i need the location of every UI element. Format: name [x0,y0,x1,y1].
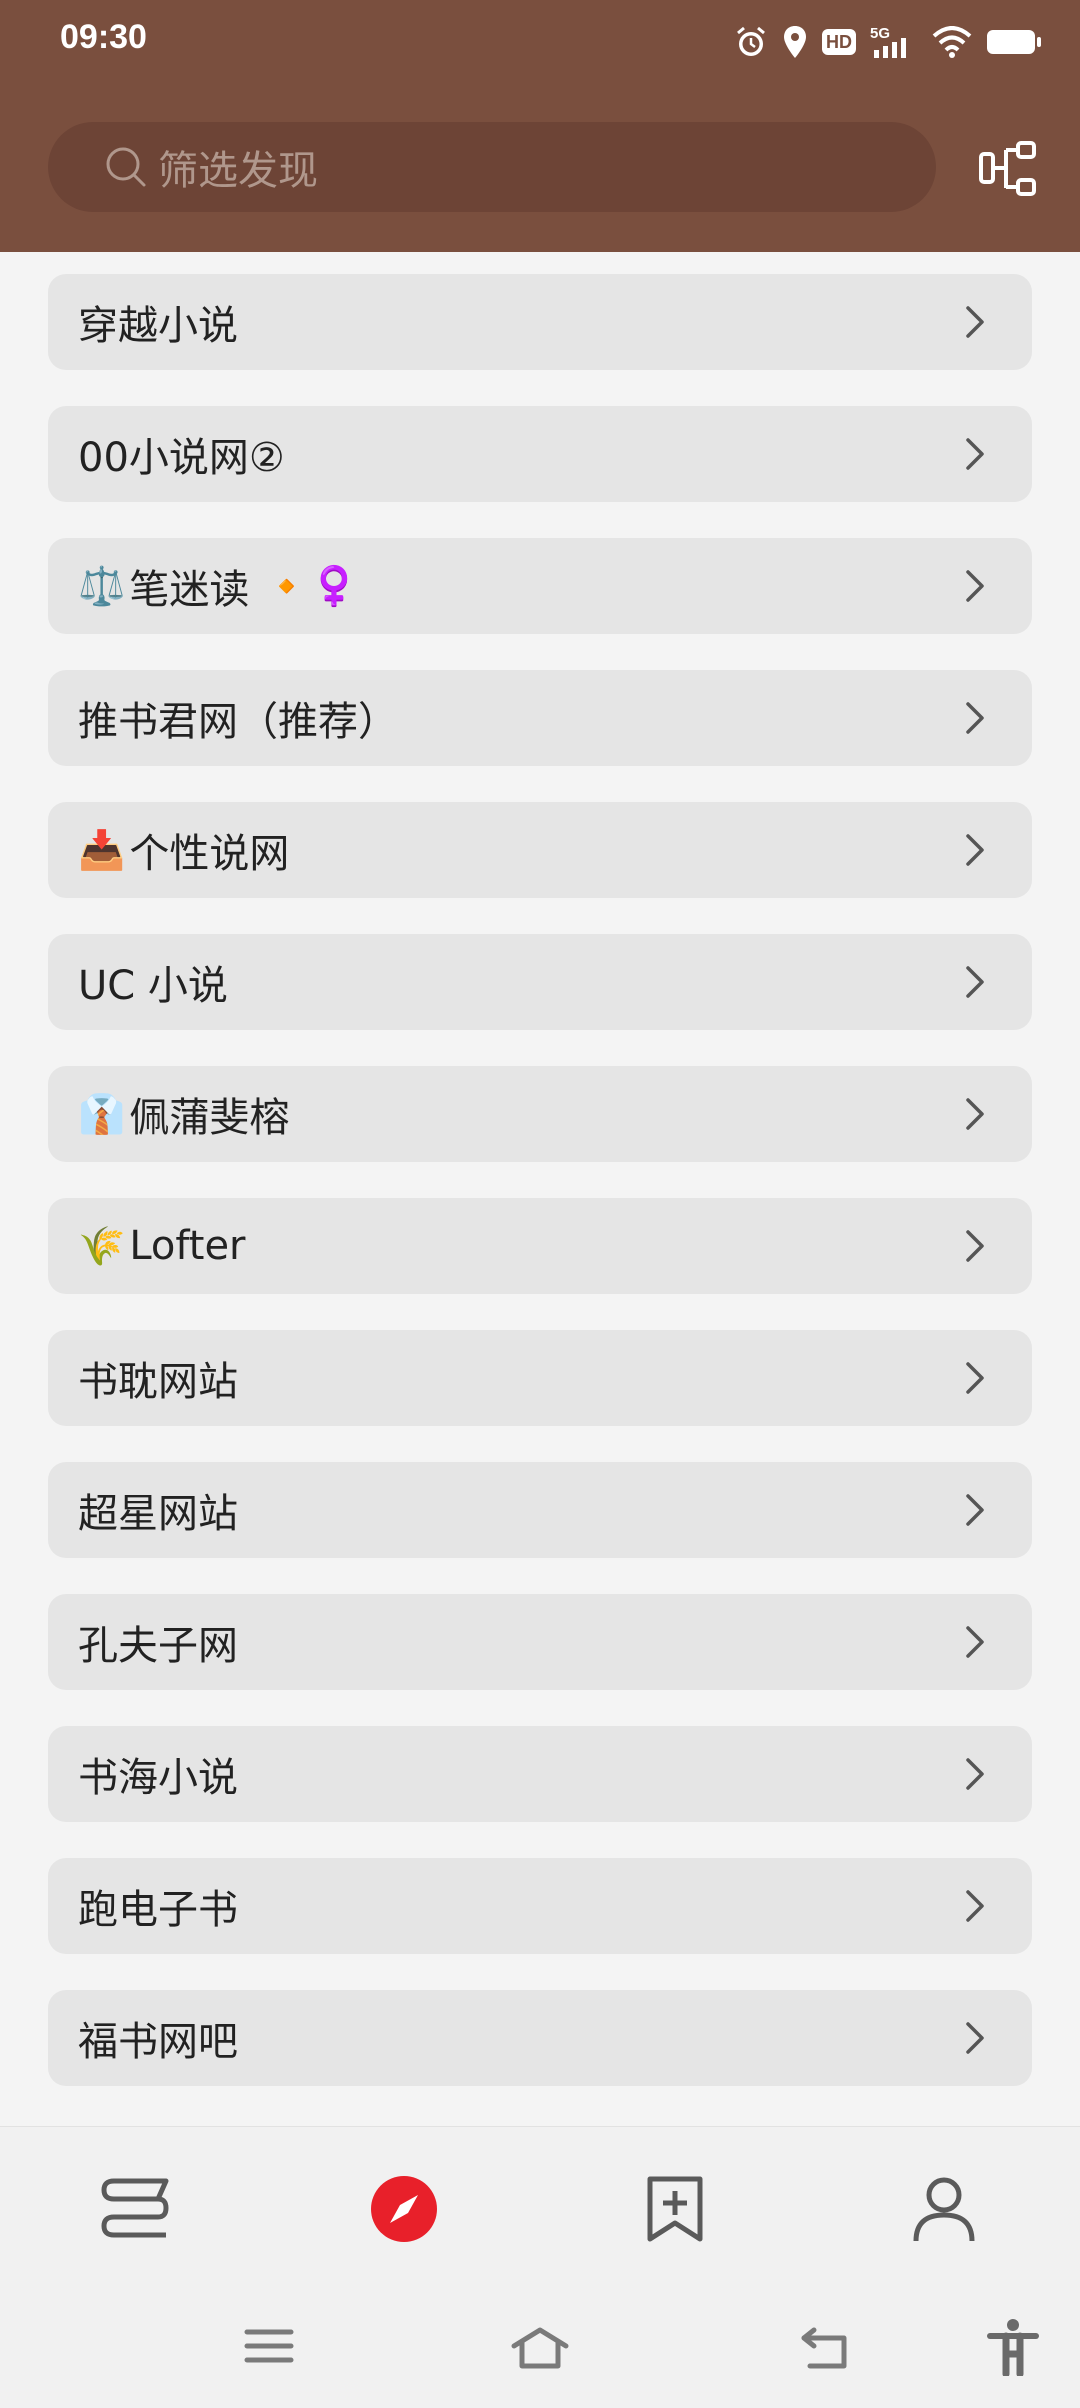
chevron-right-icon [966,1098,984,1130]
list-item[interactable]: 👔 佩蒲斐榕 [48,1066,1032,1162]
battery-icon [987,30,1041,54]
list-item-text: 推书君网（推荐） [78,699,398,745]
chevron-right-icon [966,1890,984,1922]
chevron-right-icon [966,1626,984,1658]
list-item[interactable]: 跑电子书 [48,1858,1032,1954]
top-app-bar: 09:30 HD 5G 筛选发现 [0,0,1080,252]
chevron-right-icon [966,2022,984,2054]
chevron-right-icon [966,1362,984,1394]
location-icon [784,26,806,58]
hd-badge: HD [822,29,856,55]
list-item[interactable]: 🌾 Lofter [48,1198,1032,1294]
list-item-text: 穿越小说 [78,303,238,349]
group-manage-icon[interactable] [978,140,1040,198]
bookmark-add-icon[interactable] [646,2175,704,2243]
alarm-icon [737,26,765,56]
list-item-text: UC 小说 [78,963,228,1009]
chevron-right-icon [966,438,984,470]
list-item[interactable]: 超星网站 [48,1462,1032,1558]
person-icon[interactable] [912,2175,976,2243]
svg-text:5G: 5G [870,25,890,42]
status-icons: HD 5G [734,20,1042,64]
home-icon[interactable] [510,2326,570,2370]
back-icon[interactable] [800,2326,852,2370]
list-item-text: Lofter [129,1223,246,1269]
list-item-label: 🌾 Lofter [78,1223,246,1269]
compass-icon[interactable] [370,2175,438,2243]
list-item-label: 📥 个性说网 [78,821,289,879]
chevron-right-icon [966,966,984,998]
list-item-label: 书海小说 [78,1745,238,1803]
list-item[interactable]: 福书网吧 [48,1990,1032,2086]
list-item-label: 书耽网站 [78,1349,238,1407]
list-item-label: 跑电子书 [78,1877,238,1935]
list-item[interactable]: 📥 个性说网 [48,802,1032,898]
chevron-right-icon [966,1758,984,1790]
chevron-right-icon [966,570,984,602]
bottom-navigation [0,2126,1080,2289]
list-item-text: 孔夫子网 [78,1623,238,1669]
list-item-label: 推书君网（推荐） [78,689,398,747]
list-item-text: 书海小说 [78,1755,238,1801]
accessibility-icon[interactable] [986,2318,1040,2376]
list-item-label: 福书网吧 [78,2009,238,2067]
chevron-right-icon [966,1230,984,1262]
list-item-text: 跑电子书 [78,1887,238,1933]
status-time: 09:30 [60,18,147,56]
list-item-text: 福书网吧 [78,2019,238,2065]
list-item[interactable]: UC 小说 [48,934,1032,1030]
search-placeholder: 筛选发现 [158,148,318,194]
list-item-label: UC 小说 [78,953,228,1011]
list-item-text: 超星网站 [78,1491,238,1537]
list-item-label: 👔 佩蒲斐榕 [78,1085,289,1143]
list-item-label: 孔夫子网 [78,1613,238,1671]
menu-icon[interactable] [244,2326,294,2366]
bookshelf-icon[interactable] [100,2175,172,2241]
list-item-emoji: 🌾 [78,1224,126,1268]
list-item[interactable]: 书海小说 [48,1726,1032,1822]
chevron-right-icon [966,834,984,866]
list-item[interactable]: 穿越小说 [48,274,1032,370]
list-item-label: ⚖️ 笔迷读 🔸♀️ [78,557,358,615]
wifi-icon [932,26,972,58]
list-item-text: 00小说网② [78,435,285,481]
list-item-emoji: 📥 [78,828,126,872]
list-item[interactable]: 推书君网（推荐） [48,670,1032,766]
list-item-emoji: ⚖️ [78,564,126,608]
list-item[interactable]: ⚖️ 笔迷读 🔸♀️ [48,538,1032,634]
list-item-text: 个性说网 [129,831,290,877]
list-item-label: 超星网站 [78,1481,238,1539]
list-item-suffix-emoji: 🔸♀️ [263,564,358,608]
list-item-emoji: 👔 [78,1092,126,1136]
list-item-text: 佩蒲斐榕 [129,1095,290,1141]
chevron-right-icon [966,306,984,338]
chevron-right-icon [966,1494,984,1526]
chevron-right-icon [966,702,984,734]
system-navigation-bar [0,2288,1080,2408]
list-item[interactable]: 书耽网站 [48,1330,1032,1426]
search-input[interactable]: 筛选发现 [48,122,936,212]
search-icon [106,147,146,187]
list-item[interactable]: 00小说网② [48,406,1032,502]
list-item-text: 笔迷读 [129,567,250,613]
list-item[interactable]: 孔夫子网 [48,1594,1032,1690]
signal-icon: 5G [870,25,906,58]
list-item-label: 00小说网② [78,425,285,483]
list-item-label: 穿越小说 [78,293,238,351]
list-item-text: 书耽网站 [78,1359,238,1405]
